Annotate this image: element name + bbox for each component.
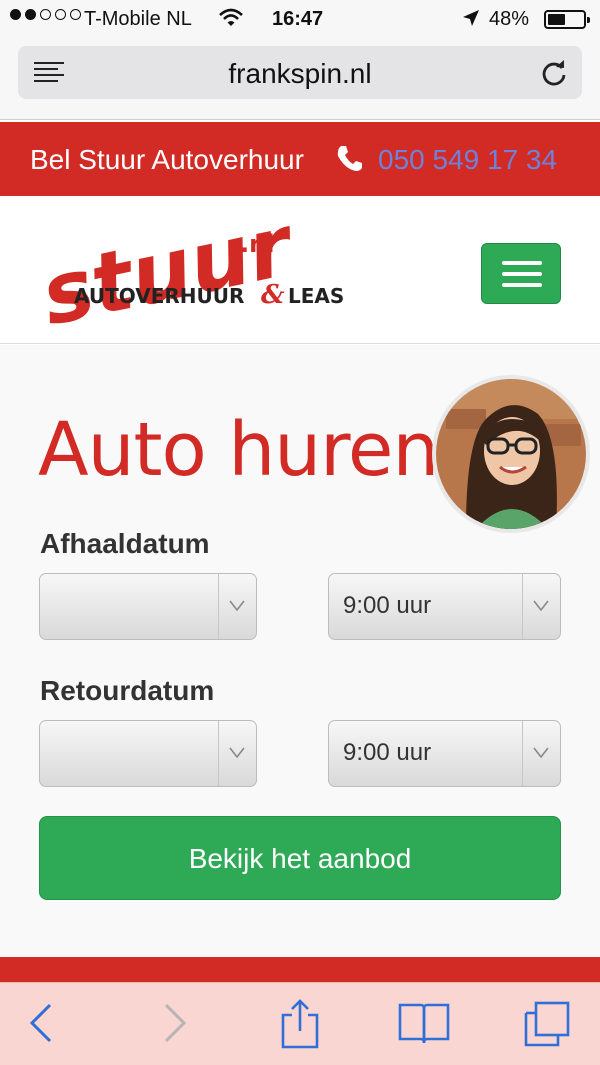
chevron-down-icon	[533, 747, 549, 759]
chevron-down-icon	[229, 600, 245, 612]
hamburger-menu-button[interactable]	[481, 243, 561, 304]
chevron-down-icon	[229, 747, 245, 759]
pickup-time-select[interactable]: 9:00 uur	[328, 573, 561, 640]
call-banner-text: Bel Stuur Autoverhuur	[30, 144, 304, 175]
status-bar: T-Mobile NL 16:47 48%	[0, 0, 600, 38]
view-offers-button[interactable]: Bekijk het aanbod	[39, 816, 561, 900]
reload-icon[interactable]	[540, 58, 568, 93]
logo-tagline-right: LEAS	[288, 284, 344, 308]
logo-tld: .nl	[240, 230, 274, 258]
clock: 16:47	[272, 8, 324, 30]
stuur-logo[interactable]: stuur .nl AUTOVERHUUR & LEAS	[30, 196, 360, 345]
phone-number-link[interactable]: 050 549 17 34	[378, 144, 557, 176]
return-date-label: Retourdatum	[40, 675, 215, 706]
return-time-value: 9:00 uur	[343, 739, 432, 766]
share-icon[interactable]	[280, 999, 320, 1054]
carrier-name: T-Mobile NL	[84, 8, 192, 30]
back-icon[interactable]	[28, 999, 56, 1052]
pickup-time-value: 9:00 uur	[343, 592, 432, 619]
footer-strip	[0, 957, 600, 982]
logo-ampersand: &	[261, 280, 285, 310]
wifi-icon	[218, 7, 244, 35]
battery-icon	[544, 10, 590, 29]
menu-icon	[502, 261, 542, 265]
booking-form: Auto huren Afhaaldatum 9:00 uur Retourda…	[0, 345, 600, 957]
call-banner: Bel Stuur Autoverhuur 050 549 17 34	[0, 122, 600, 196]
agent-avatar	[432, 375, 590, 533]
pickup-date-select[interactable]	[39, 573, 257, 640]
signal-icon	[10, 9, 81, 20]
tabs-icon[interactable]	[522, 999, 572, 1054]
return-date-select[interactable]	[39, 720, 257, 787]
forward-icon[interactable]	[160, 999, 188, 1052]
url-text[interactable]: frankspin.nl	[18, 58, 582, 90]
address-bar[interactable]: frankspin.nl	[18, 46, 582, 99]
logo-brand: stuur	[33, 210, 304, 330]
logo-tagline-left: AUTOVERHUUR	[74, 284, 244, 308]
chevron-down-icon	[533, 600, 549, 612]
return-time-select[interactable]: 9:00 uur	[328, 720, 561, 787]
page-title: Auto huren	[38, 407, 439, 493]
bookmarks-icon[interactable]	[397, 999, 451, 1052]
phone-icon	[336, 144, 362, 179]
browser-toolbar	[0, 982, 600, 1065]
battery-percentage: 48%	[489, 8, 530, 30]
pickup-date-label: Afhaaldatum	[40, 528, 210, 559]
browser-chrome: frankspin.nl	[0, 38, 600, 120]
site-header: stuur .nl AUTOVERHUUR & LEAS	[0, 196, 600, 345]
location-icon	[462, 9, 480, 33]
